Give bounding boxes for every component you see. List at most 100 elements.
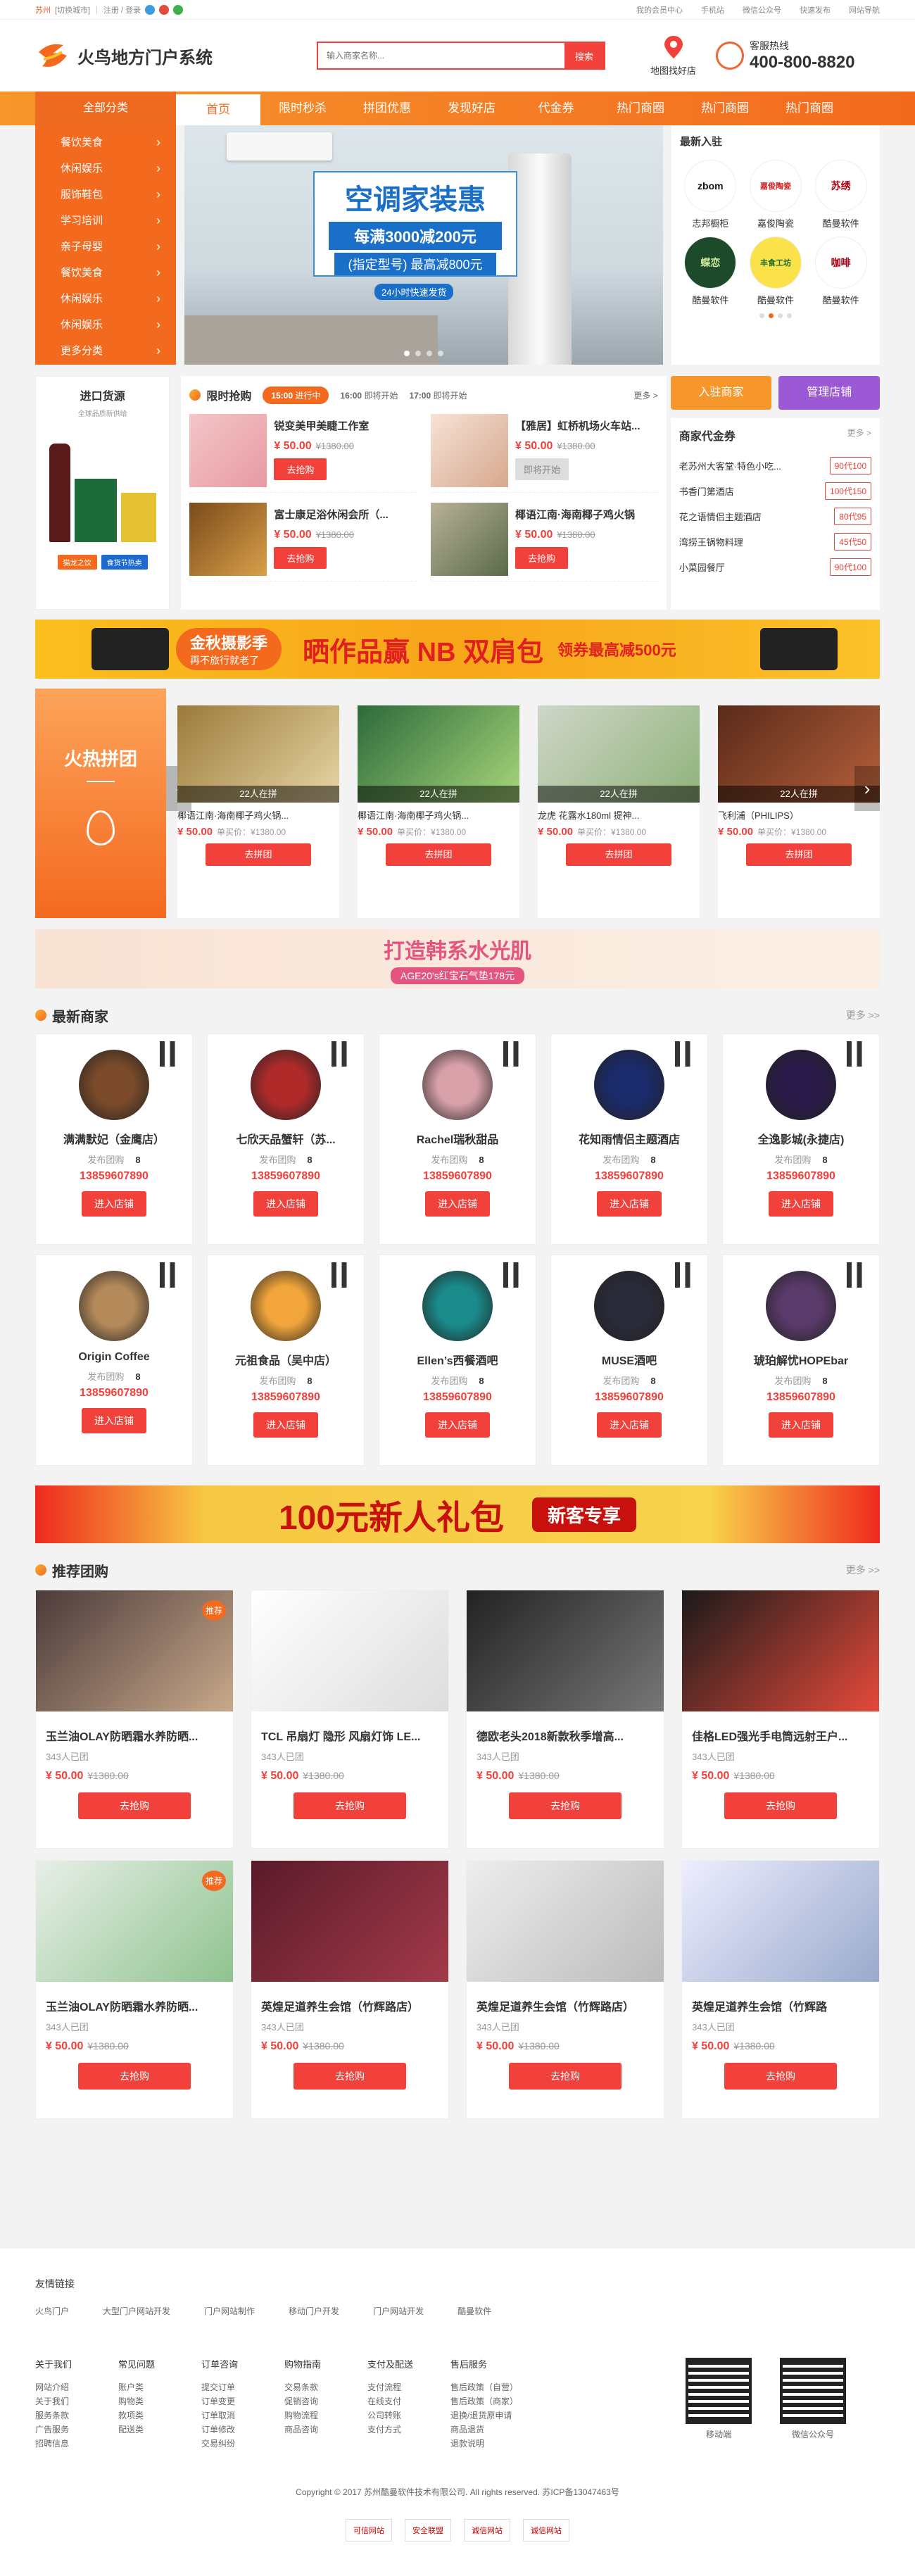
recommend-card[interactable]: 推荐 玉兰油OLAY防晒霜水养防晒... 343人已团 ¥ 50.00 ¥1380… (35, 1860, 234, 2119)
merchant-card[interactable]: 花知雨情侣主题酒店 发布团购 8 13859607890 进入店铺 (550, 1033, 708, 1245)
nav-item-discover[interactable]: 发现好店 (429, 92, 514, 125)
qr-code-icon[interactable] (675, 1262, 700, 1288)
quick-publish-link[interactable]: 快速发布 (800, 4, 831, 15)
new-user-gift-banner[interactable]: 100元新人礼包 新客专享 (35, 1485, 880, 1543)
mobile-site-link[interactable]: 手机站 (701, 4, 724, 15)
footer-link[interactable]: 购物流程 (284, 2408, 367, 2423)
new-shop-item[interactable]: zbom 志邦橱柜 (680, 160, 741, 230)
category-item[interactable]: 休闲娱乐 (35, 312, 176, 338)
footer-link[interactable]: 配送类 (118, 2423, 201, 2437)
merchant-card[interactable]: Origin Coffee 发布团购 8 13859607890 进入店铺 (35, 1255, 193, 1466)
carousel-dot[interactable] (404, 351, 410, 356)
footer-link[interactable]: 退款说明 (450, 2437, 534, 2451)
photo-season-ad-banner[interactable]: 金秋摄影季 再不旅行就老了 晒作品赢 NB 双肩包 领券最高减500元 (35, 620, 880, 679)
category-item[interactable]: 休闲娱乐 (35, 286, 176, 312)
footer-link[interactable]: 商品咨询 (284, 2423, 367, 2437)
weibo-icon[interactable] (159, 5, 170, 15)
enter-store-button[interactable]: 进入店铺 (82, 1408, 146, 1433)
carousel-dot[interactable] (427, 351, 432, 356)
friend-link[interactable]: 酷曼软件 (458, 2305, 491, 2317)
footer-link[interactable]: 商品退货 (450, 2423, 534, 2437)
recommend-card[interactable]: 德欧老头2018新款秋季增高... 343人已团 ¥ 50.00 ¥1380.00… (466, 1590, 664, 1849)
qq-icon[interactable] (145, 5, 156, 15)
category-item[interactable]: 餐饮美食 (35, 260, 176, 286)
recommend-card[interactable]: 英煌足道养生会馆（竹辉路 343人已团 ¥ 50.00 ¥1380.00 去抢购 (681, 1860, 880, 2119)
footer-link[interactable]: 订单变更 (201, 2394, 284, 2408)
member-center-link[interactable]: 我的会员中心 (636, 4, 683, 15)
pager-dot[interactable] (778, 313, 783, 318)
buy-now-button[interactable]: 去抢购 (515, 547, 569, 569)
footer-link[interactable]: 公司转账 (367, 2408, 450, 2423)
footer-link[interactable]: 售后政策（自营） (450, 2380, 534, 2394)
recommend-more-link[interactable]: 更多 >> (846, 1563, 880, 1577)
friend-link[interactable]: 移动门户开发 (289, 2305, 339, 2317)
import-source-panel[interactable]: 进口货源 全球品质新供给 猫龙之饮 食货节热卖 (35, 376, 170, 610)
cert-badge[interactable]: 诚信网站 (523, 2519, 569, 2542)
flash-item[interactable]: 【雅居】虹桥机场火车站... ¥ 50.00 ¥1380.00 即将开始 (431, 414, 658, 493)
merchant-card[interactable]: Rachel瑞秋甜品 发布团购 8 13859607890 进入店铺 (379, 1033, 536, 1245)
new-shop-item[interactable]: 丰食工坊 酷曼软件 (745, 237, 807, 306)
buy-now-button[interactable]: 去抢购 (294, 1792, 406, 1819)
join-group-button[interactable]: 去拼团 (206, 843, 311, 866)
nav-item-hot-area[interactable]: 热门商圈 (767, 92, 852, 125)
coupon-value[interactable]: 45代50 (834, 532, 871, 551)
footer-link[interactable]: 账户类 (118, 2380, 201, 2394)
qr-code-icon[interactable] (847, 1262, 872, 1288)
group-card[interactable]: 22人在拼 飞利浦（PHILIPS） ¥ 50.00 单买价：¥1380.00 去… (718, 705, 880, 918)
merchant-card[interactable]: 七欣天品蟹轩（苏... 发布团购 8 13859607890 进入店铺 (207, 1033, 365, 1245)
footer-link[interactable]: 关于我们 (35, 2394, 118, 2408)
coupon-item[interactable]: 书香门第酒店 100代150 (679, 479, 871, 503)
site-nav-link[interactable]: 网站导航 (849, 4, 880, 15)
group-card[interactable]: 22人在拼 椰语江南·海南椰子鸡火锅... ¥ 50.00 单买价：¥1380.0… (177, 705, 339, 918)
slider-next-arrow[interactable]: › (854, 766, 880, 811)
merchant-card[interactable]: MUSE酒吧 发布团购 8 13859607890 进入店铺 (550, 1255, 708, 1466)
footer-link[interactable]: 促销咨询 (284, 2394, 367, 2408)
search-button[interactable]: 搜索 (564, 43, 604, 68)
import-btn-2[interactable]: 食货节热卖 (101, 555, 148, 570)
buy-now-button[interactable]: 去抢购 (724, 1792, 837, 1819)
friend-link[interactable]: 大型门户网站开发 (103, 2305, 170, 2317)
join-group-button[interactable]: 去拼团 (746, 843, 852, 866)
nav-item-coupon[interactable]: 代金券 (514, 92, 598, 125)
cert-badge[interactable]: 安全联盟 (405, 2519, 451, 2542)
manage-store-button[interactable]: 管理店铺 (778, 376, 881, 410)
qr-code-icon[interactable] (503, 1262, 529, 1288)
enter-store-button[interactable]: 进入店铺 (769, 1412, 833, 1438)
qr-code-icon[interactable] (160, 1041, 185, 1067)
recommend-card[interactable]: 佳格LED强光手电筒远射王户... 343人已团 ¥ 50.00 ¥1380.00… (681, 1590, 880, 1849)
footer-link[interactable]: 网站介绍 (35, 2380, 118, 2394)
merchants-more-link[interactable]: 更多 >> (846, 1008, 880, 1022)
coupon-value[interactable]: 80代95 (834, 507, 871, 525)
footer-link[interactable]: 交易条款 (284, 2380, 367, 2394)
qr-code-icon[interactable] (847, 1041, 872, 1067)
import-btn-1[interactable]: 猫龙之饮 (57, 555, 97, 570)
footer-link[interactable]: 购物类 (118, 2394, 201, 2408)
qr-code-icon[interactable] (503, 1041, 529, 1067)
footer-link[interactable]: 退换/退货原申请 (450, 2408, 534, 2423)
enter-store-button[interactable]: 进入店铺 (425, 1191, 490, 1217)
new-shop-item[interactable]: 嘉俊陶瓷 嘉俊陶瓷 (745, 160, 807, 230)
search-input[interactable] (318, 43, 564, 68)
coupon-item[interactable]: 老苏州大客堂·特色小吃... 90代100 (679, 453, 871, 477)
buy-now-button[interactable]: 去抢购 (509, 2063, 621, 2090)
buy-now-button[interactable]: 去抢购 (274, 458, 327, 480)
buy-now-button[interactable]: 去抢购 (724, 2063, 837, 2090)
switch-city-link[interactable]: [切换城市] (55, 4, 90, 15)
footer-link[interactable]: 交易纠纷 (201, 2437, 284, 2451)
flash-tab-active[interactable]: 15:00 进行中 (263, 386, 329, 404)
group-card[interactable]: 22人在拼 龙虎 花露水180ml 提神... ¥ 50.00 单买价：¥1380… (538, 705, 700, 918)
recommend-card[interactable]: 推荐 玉兰油OLAY防晒霜水养防晒... 343人已团 ¥ 50.00 ¥1380… (35, 1590, 234, 1849)
buy-now-button[interactable]: 去抢购 (78, 2063, 191, 2090)
footer-link[interactable]: 支付方式 (367, 2423, 450, 2437)
pager-dot[interactable] (769, 313, 774, 318)
nav-item-flash-sale[interactable]: 限时秒杀 (260, 92, 345, 125)
flash-tab[interactable]: 16:00 即将开始 (340, 389, 398, 401)
friend-link[interactable]: 门户网站开发 (373, 2305, 424, 2317)
new-shop-item[interactable]: 苏绣 酷曼软件 (810, 160, 871, 230)
merchant-card[interactable]: 满满默妃（金鹰店） 发布团购 8 13859607890 进入店铺 (35, 1033, 193, 1245)
group-card[interactable]: 22人在拼 椰语江南·海南椰子鸡火锅... ¥ 50.00 单买价：¥1380.0… (358, 705, 519, 918)
footer-link[interactable]: 提交订单 (201, 2380, 284, 2394)
new-shop-item[interactable]: 蝶恋 酷曼软件 (680, 237, 741, 306)
coupon-value[interactable]: 90代100 (829, 456, 871, 475)
new-shop-item[interactable]: 咖啡 酷曼软件 (810, 237, 871, 306)
